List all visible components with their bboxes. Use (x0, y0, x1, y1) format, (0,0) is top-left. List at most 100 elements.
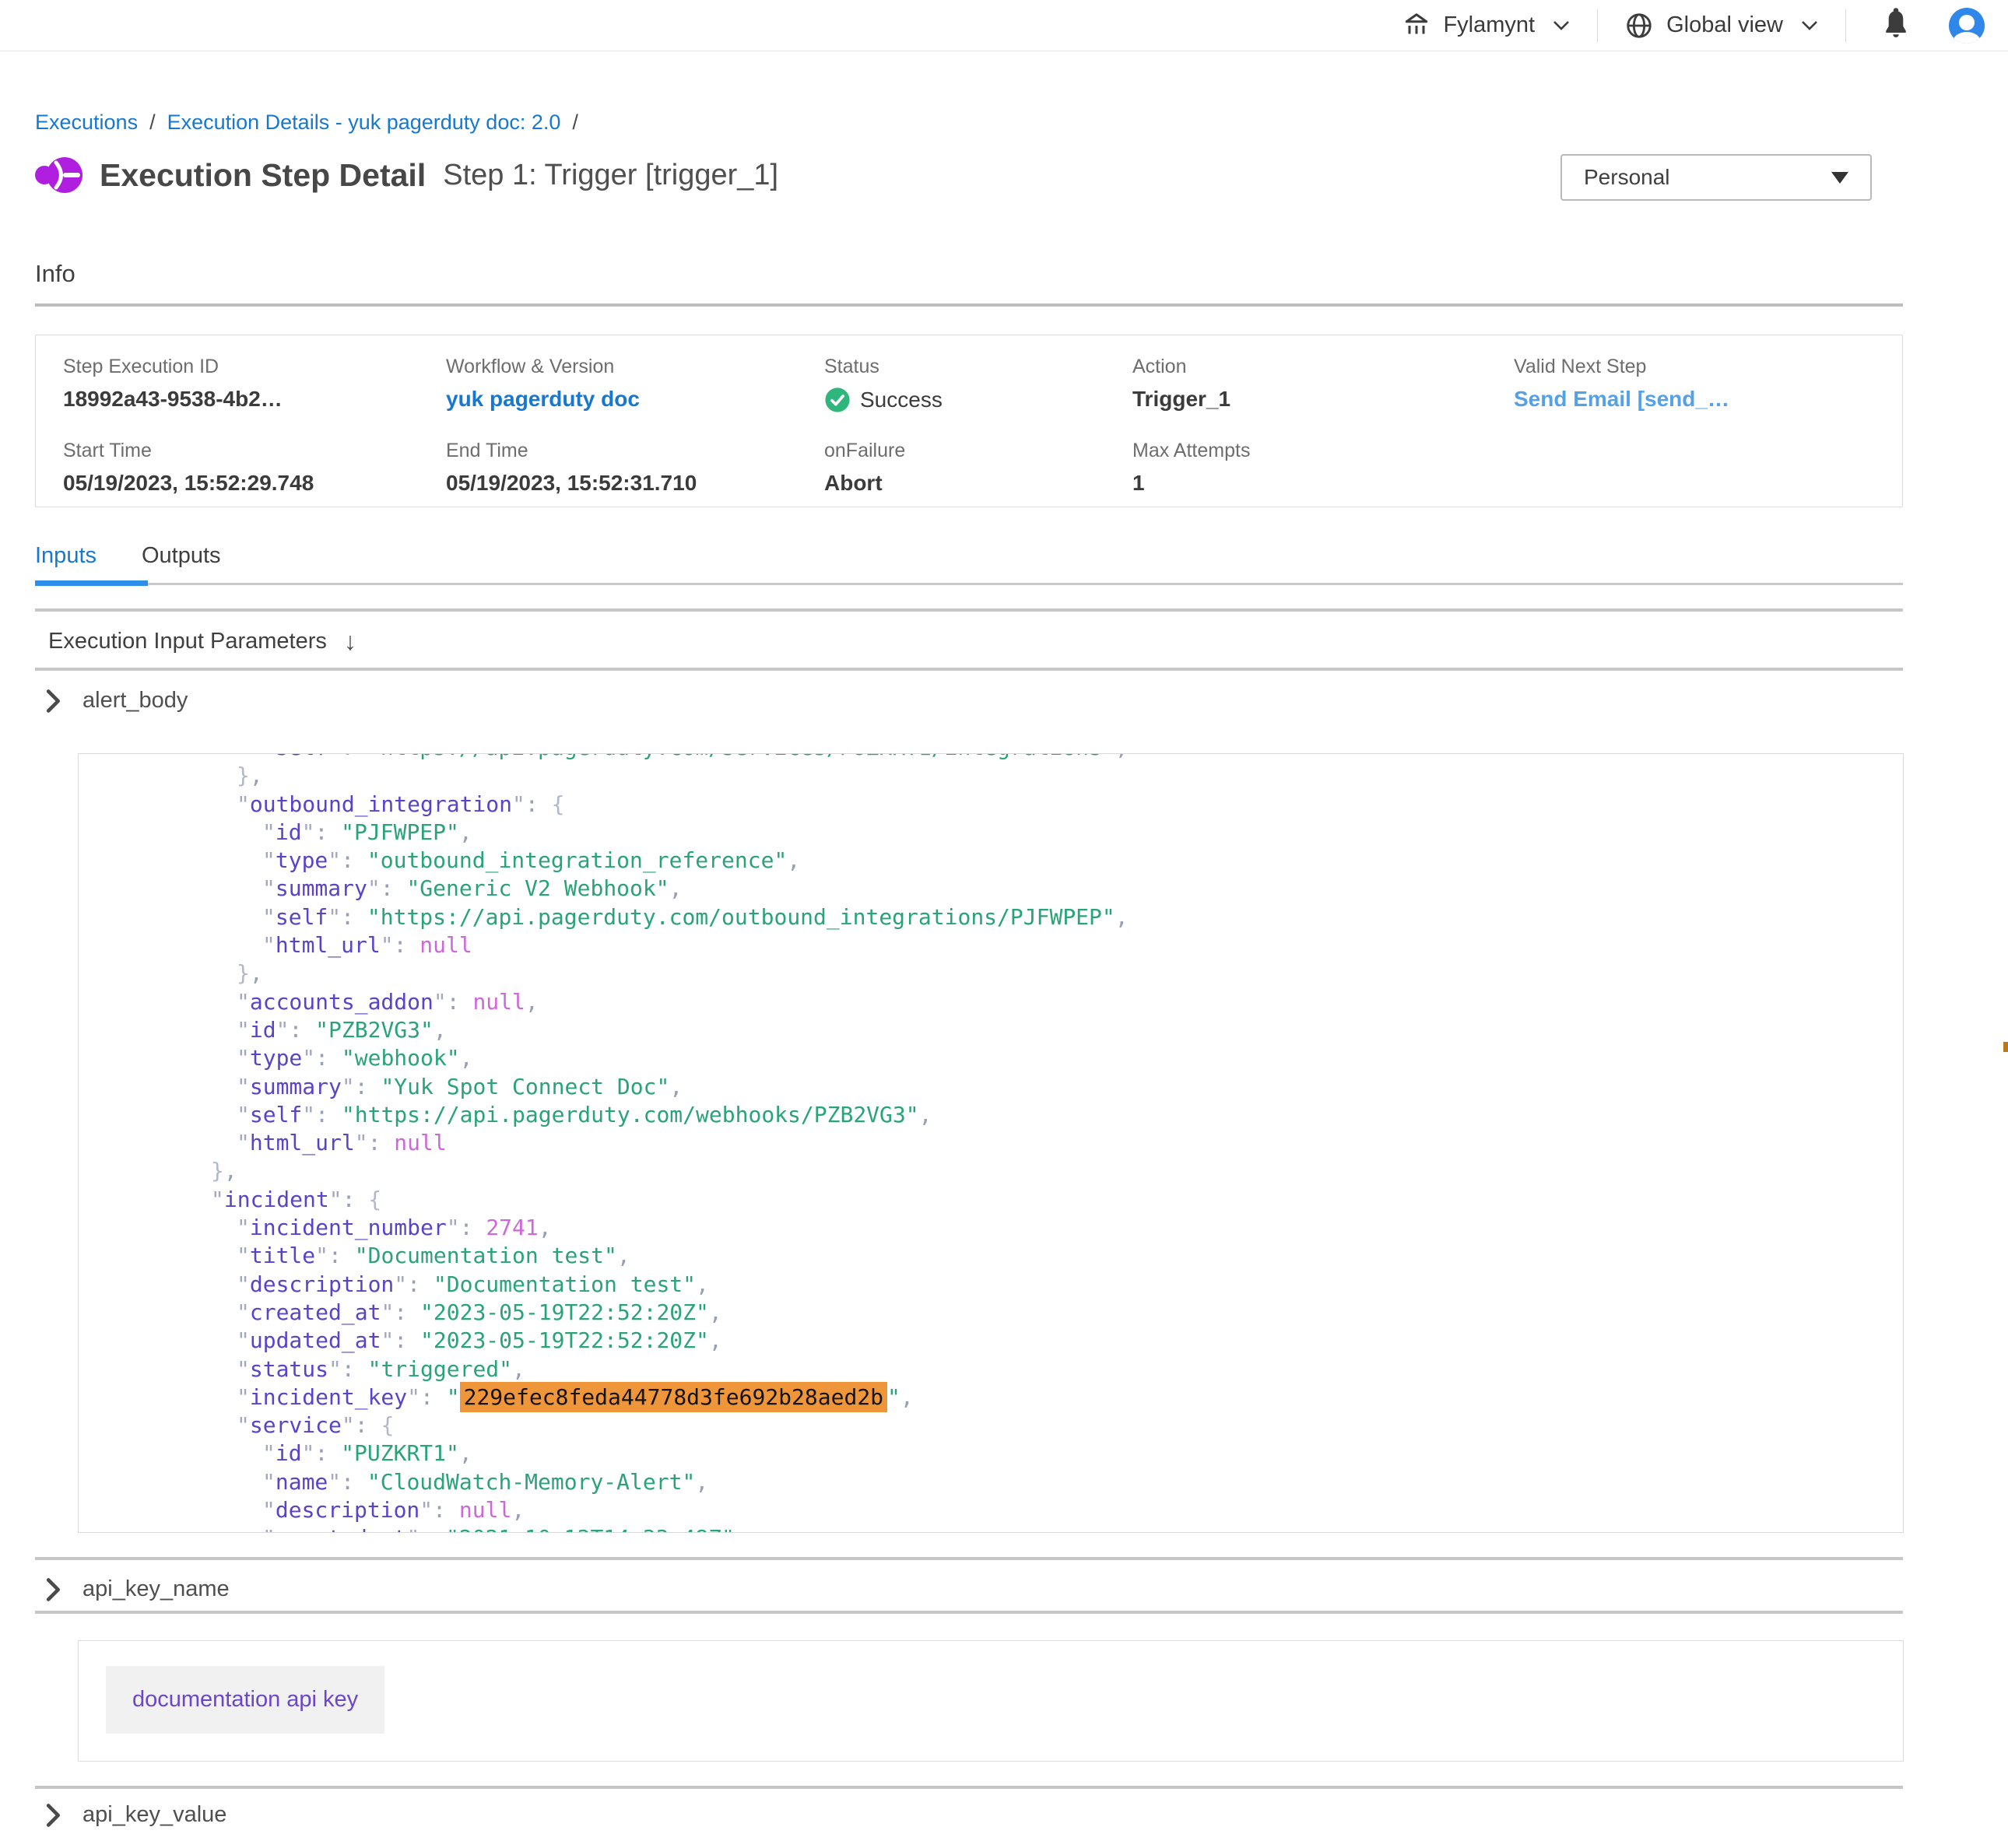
code-line: }, (79, 762, 1903, 790)
info-field-value: Trigger_1 (1132, 387, 1514, 412)
user-avatar[interactable] (1949, 8, 1985, 44)
tab-underline-track (35, 583, 1903, 585)
code-line: "accounts_addon": null, (79, 988, 1903, 1016)
api-key-name-value: documentation api key (106, 1666, 384, 1734)
info-card: Step Execution ID18992a43-9538-4b2…Workf… (35, 335, 1903, 507)
info-field: StatusSuccess (824, 356, 1132, 413)
download-icon[interactable]: ↓ (344, 627, 356, 656)
info-field-label: Action (1132, 356, 1514, 378)
execution-input-parameters-row: Execution Input Parameters ↓ (48, 627, 356, 656)
code-line: "self": "https://api.pagerduty.com/outbo… (79, 903, 1903, 931)
info-field: Max Attempts 1 (1132, 440, 1514, 496)
info-field-value: 1 (1132, 471, 1514, 496)
info-field-label: onFailure (824, 440, 1132, 462)
code-line: "description": "Documentation test", (79, 1271, 1903, 1299)
org-name: Fylamynt (1443, 12, 1535, 38)
title-row: Execution Step Detail Step 1: Trigger [t… (33, 153, 778, 198)
code-line: "type": "webhook", (79, 1044, 1903, 1072)
org-menu[interactable]: Fylamynt (1402, 12, 1571, 40)
view-menu[interactable]: Global view (1624, 11, 1819, 40)
code-line: "summary": "Yuk Spot Connect Doc", (79, 1073, 1903, 1101)
scrollbar-match-marker (2003, 1042, 2008, 1052)
info-field: End Time 05/19/2023, 15:52:31.710 (446, 440, 824, 496)
info-field: Valid Next Step Send Email [send_… (1514, 356, 1902, 413)
page-subtitle: Step 1: Trigger [trigger_1] (443, 159, 778, 192)
alert-body-json-viewer: "self": "https://api.pagerduty.com/servi… (78, 753, 1904, 1533)
topbar-divider (1845, 9, 1846, 42)
code-line: "html_url": null (79, 1129, 1903, 1157)
top-bar: Fylamynt Global view (0, 0, 2008, 51)
code-line: "summary": "Generic V2 Webhook", (79, 875, 1903, 903)
bank-icon (1402, 12, 1431, 40)
code-line: "self": "https://api.pagerduty.com/servi… (79, 754, 1903, 762)
info-field: onFailureAbort (824, 440, 1132, 496)
bell-icon (1882, 7, 1910, 40)
chevron-right-icon (45, 1578, 61, 1601)
api-key-name-card: documentation api key (78, 1640, 1904, 1762)
highlighted-incident-key: 229efec8feda44778d3fe692b28aed2b (460, 1382, 887, 1412)
info-field: Action Trigger_1 (1132, 356, 1514, 413)
execution-input-parameters-label: Execution Input Parameters (48, 629, 327, 654)
code-line: "html_url": null (79, 931, 1903, 959)
select-caret-icon (1831, 172, 1848, 184)
api-key-name-section-toggle[interactable]: api_key_name (45, 1576, 230, 1602)
code-line: }, (79, 1157, 1903, 1185)
chevron-right-icon (45, 689, 61, 713)
tab-outputs[interactable]: Outputs (142, 543, 221, 569)
code-line: "updated_at": "2023-05-19T22:52:20Z", (79, 1327, 1903, 1355)
code-line: "incident_key": "229efec8feda44778d3fe69… (79, 1383, 1903, 1411)
code-line: "incident": { (79, 1186, 1903, 1214)
code-line: "created_at": "2021-10-13T14:33:48Z", (79, 1524, 1903, 1532)
code-line: "outbound_integration": { (79, 791, 1903, 819)
json-code: "self": "https://api.pagerduty.com/servi… (79, 754, 1903, 1532)
info-field-label: Valid Next Step (1514, 356, 1902, 378)
breadcrumb-executions[interactable]: Executions (35, 110, 138, 135)
execution-step-detail-page: Fylamynt Global view Executions / E (0, 0, 2008, 1848)
code-line: "self": "https://api.pagerduty.com/webho… (79, 1101, 1903, 1129)
info-field-value: 05/19/2023, 15:52:31.710 (446, 471, 824, 496)
breadcrumb-separator: / (149, 110, 156, 135)
info-grid: Step Execution ID18992a43-9538-4b2…Workf… (63, 356, 1902, 496)
breadcrumb: Executions / Execution Details - yuk pag… (35, 110, 578, 135)
scope-select-value: Personal (1584, 165, 1670, 190)
page-title: Execution Step Detail (100, 157, 426, 194)
info-field-value[interactable]: yuk pagerduty doc (446, 387, 824, 412)
success-check-icon (824, 387, 851, 413)
code-line: "description": null, (79, 1496, 1903, 1524)
info-field (1514, 440, 1902, 496)
code-line: "status": "triggered", (79, 1355, 1903, 1383)
code-line: "service": { (79, 1411, 1903, 1439)
alert-body-label: alert_body (82, 688, 188, 714)
code-line: "id": "PZB2VG3", (79, 1016, 1903, 1044)
section-divider (35, 1611, 1903, 1614)
api-key-value-section-toggle[interactable]: api_key_value (45, 1802, 226, 1828)
code-line: "id": "PUZKRT1", (79, 1439, 1903, 1468)
code-line: "title": "Documentation test", (79, 1242, 1903, 1270)
alert-body-section-toggle[interactable]: alert_body (45, 688, 188, 714)
code-line: "type": "outbound_integration_reference"… (79, 847, 1903, 875)
code-line: "created_at": "2023-05-19T22:52:20Z", (79, 1299, 1903, 1327)
info-field-label: Start Time (63, 440, 446, 462)
section-divider (35, 1786, 1903, 1789)
info-field-value: 18992a43-9538-4b2… (63, 387, 446, 412)
scope-select[interactable]: Personal (1560, 154, 1872, 201)
info-field-label: Max Attempts (1132, 440, 1514, 462)
code-line: "incident_number": 2741, (79, 1214, 1903, 1242)
api-key-name-label: api_key_name (82, 1576, 230, 1602)
info-field: Start Time05/19/2023, 15:52:29.748 (63, 440, 446, 496)
avatar-head (1959, 15, 1975, 30)
info-field-label: End Time (446, 440, 824, 462)
breadcrumb-execution-details[interactable]: Execution Details - yuk pagerduty doc: 2… (167, 110, 561, 135)
info-field-value[interactable]: Send Email [send_… (1514, 387, 1902, 412)
workflow-logo-icon (33, 153, 84, 198)
tab-bar: Inputs Outputs (35, 543, 221, 569)
active-tab-indicator (35, 580, 148, 586)
info-field-label: Workflow & Version (446, 356, 824, 378)
chevron-down-icon (1800, 19, 1819, 32)
chevron-right-icon (45, 1804, 61, 1827)
code-line: }, (79, 959, 1903, 987)
notifications-button[interactable] (1882, 7, 1910, 44)
breadcrumb-separator: / (572, 110, 578, 135)
tab-inputs[interactable]: Inputs (35, 543, 97, 569)
section-divider (35, 1557, 1903, 1560)
